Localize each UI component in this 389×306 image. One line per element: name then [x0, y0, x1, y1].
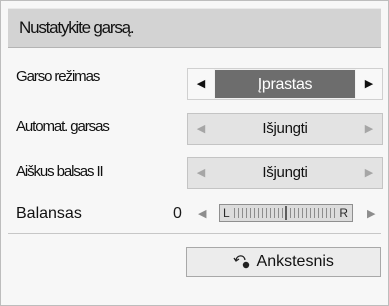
sound-mode-selector[interactable]: ◀ Įprastas ▶	[187, 68, 383, 100]
sound-mode-value[interactable]: Įprastas	[215, 70, 355, 98]
auto-volume-selector[interactable]: ◀ Išjungti ▶	[187, 113, 383, 145]
right-arrow-icon[interactable]: ▶	[356, 69, 382, 99]
balance-slider[interactable]: L R	[219, 204, 353, 222]
previous-button[interactable]: Ankstesnis	[186, 247, 381, 277]
title-bar: Nustatykite garsą.	[8, 8, 381, 48]
balance-value: 0	[173, 205, 182, 222]
sound-mode-label: Garso režimas	[16, 68, 100, 85]
left-arrow-icon[interactable]: ◀	[188, 114, 214, 144]
return-arrow-icon	[233, 255, 250, 269]
auto-volume-label: Automat. garsas	[16, 118, 110, 135]
left-arrow-icon[interactable]: ◀	[188, 158, 214, 188]
clear-voice-value[interactable]: Išjungti	[214, 158, 356, 188]
sound-settings-panel: Nustatykite garsą. Garso režimas ◀ Įpras…	[0, 0, 389, 306]
divider	[8, 233, 381, 234]
auto-volume-value[interactable]: Išjungti	[214, 114, 356, 144]
clear-voice-label: Aiškus balsas II	[16, 163, 104, 180]
right-arrow-icon[interactable]: ▶	[356, 114, 382, 144]
previous-button-label: Ankstesnis	[256, 253, 334, 270]
right-arrow-icon[interactable]: ▶	[367, 206, 375, 222]
balance-handle[interactable]	[285, 206, 287, 220]
page-title: Nustatykite garsą.	[19, 18, 135, 37]
left-arrow-icon[interactable]: ◀	[188, 69, 214, 99]
right-arrow-icon[interactable]: ▶	[356, 158, 382, 188]
balance-label: Balansas	[16, 205, 82, 222]
balance-right-marker: R	[339, 206, 348, 220]
balance-left-marker: L	[223, 206, 230, 220]
left-arrow-icon[interactable]: ◀	[198, 206, 206, 222]
clear-voice-selector[interactable]: ◀ Išjungti ▶	[187, 157, 383, 189]
